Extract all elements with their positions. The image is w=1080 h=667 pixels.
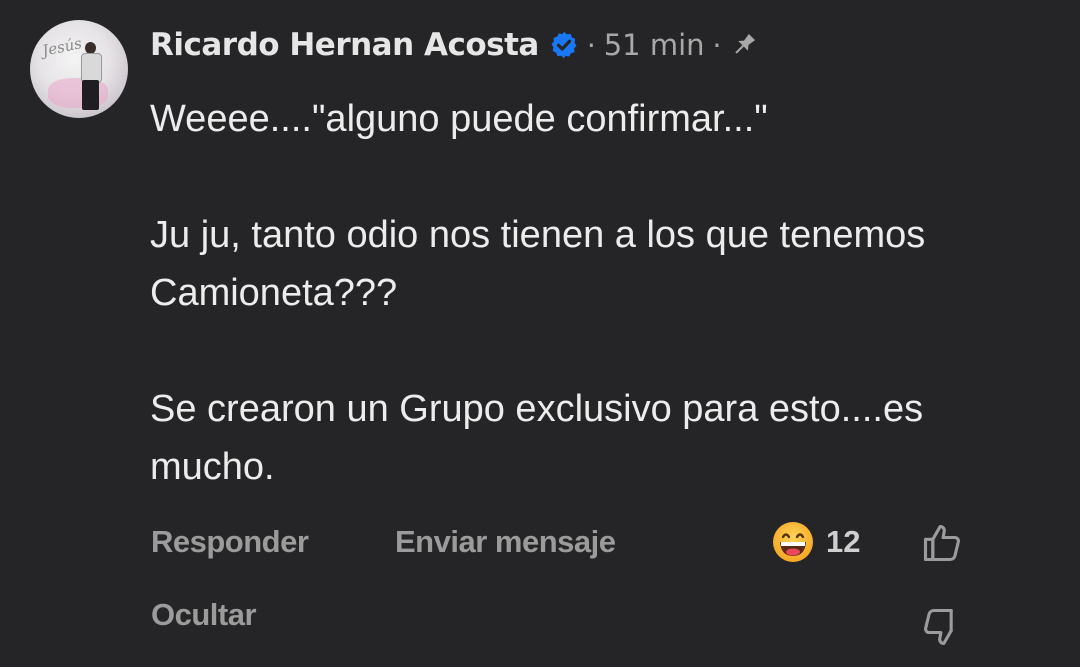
comment-paragraph: Weeee...."alguno puede confirmar..." [150, 98, 768, 140]
avatar-figure-legs [82, 80, 99, 110]
thumbs-down-icon[interactable] [920, 605, 964, 649]
comment-paragraph: Ju ju, tanto odio nos tienen a los que t… [150, 214, 926, 314]
pin-icon [729, 30, 759, 60]
comment-card: Jesús Ricardo Hernan Acosta · 51 min · W… [0, 0, 1080, 667]
separator-dot: · [712, 28, 722, 62]
comment-paragraph: Se crearon un Grupo exclusivo para esto.… [150, 388, 924, 488]
verified-badge-icon [549, 30, 579, 60]
thumbs-up-icon[interactable] [920, 521, 964, 565]
comment-body: Weeee...."alguno puede confirmar..." Ju … [150, 90, 1050, 496]
comment-header: Ricardo Hernan Acosta · 51 min · [150, 22, 759, 68]
avatar[interactable]: Jesús [30, 20, 128, 118]
reaction-summary[interactable]: 12 [772, 521, 860, 563]
avatar-logo: Jesús [40, 34, 84, 60]
separator-dot: · [586, 28, 596, 62]
reaction-count: 12 [826, 524, 861, 559]
author-name[interactable]: Ricardo Hernan Acosta [150, 27, 539, 63]
grinning-face-emoji-icon [773, 522, 813, 562]
avatar-figure-body [81, 53, 102, 83]
reply-button[interactable]: Responder [151, 524, 309, 560]
timestamp[interactable]: 51 min [604, 28, 705, 62]
hide-button[interactable]: Ocultar [151, 597, 257, 633]
send-message-button[interactable]: Enviar mensaje [395, 524, 616, 560]
